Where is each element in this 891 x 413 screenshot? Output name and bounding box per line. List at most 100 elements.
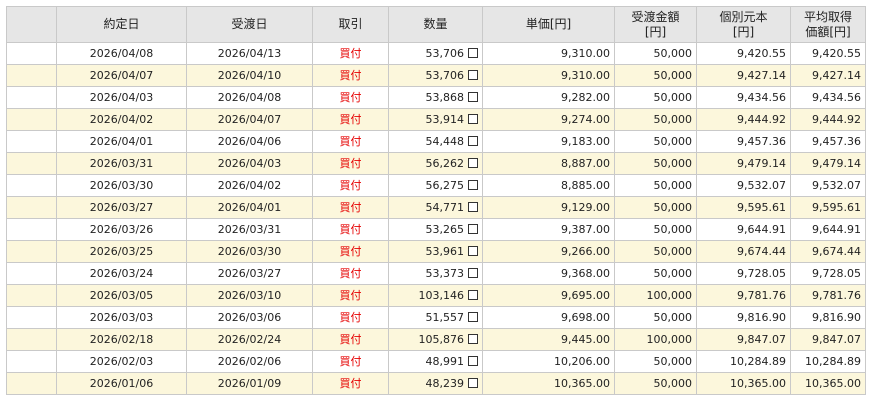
checkbox-icon[interactable] <box>468 113 478 124</box>
principal-cell: 9,674.44 <box>696 240 791 263</box>
trade-kind-cell: 買付 <box>312 196 389 219</box>
quantity-cell: 54,771 <box>388 196 483 219</box>
avg-cost-cell: 9,532.07 <box>790 174 866 197</box>
trade-kind-cell: 買付 <box>312 174 389 197</box>
trade-kind-cell: 買付 <box>312 42 389 65</box>
col-header-avg-cost[interactable]: 平均取得 価額[円] <box>790 6 866 43</box>
settle-amount-cell: 50,000 <box>614 108 697 131</box>
principal-cell: 9,644.91 <box>696 218 791 241</box>
unit-price-cell: 8,885.00 <box>482 174 615 197</box>
trade-kind-cell: 買付 <box>312 64 389 87</box>
trade-date-cell: 2026/03/31 <box>56 152 187 175</box>
row-blank-cell <box>6 372 57 395</box>
quantity-cell: 53,961 <box>388 240 483 263</box>
quantity-cell: 48,991 <box>388 350 483 373</box>
unit-price-cell: 9,274.00 <box>482 108 615 131</box>
quantity-value: 54,771 <box>425 200 465 214</box>
col-header-settle-amount[interactable]: 受渡金額 [円] <box>614 6 697 43</box>
col-header-quantity[interactable]: 数量 <box>388 6 483 43</box>
col-header-unit-price[interactable]: 単価[円] <box>482 6 615 43</box>
settle-date-cell: 2026/03/31 <box>186 218 313 241</box>
checkbox-icon[interactable] <box>468 311 478 322</box>
settle-date-cell: 2026/04/01 <box>186 196 313 219</box>
quantity-value: 53,961 <box>425 244 465 258</box>
settle-date-cell: 2026/04/02 <box>186 174 313 197</box>
checkbox-icon[interactable] <box>468 333 478 344</box>
unit-price-cell: 10,365.00 <box>482 372 615 395</box>
table-row: 2026/02/03 2026/02/06 買付 48,991 10,206.00 50,… <box>6 350 866 373</box>
unit-price-cell: 9,310.00 <box>482 42 615 65</box>
principal-cell: 9,781.76 <box>696 284 791 307</box>
checkbox-icon[interactable] <box>468 179 478 190</box>
checkbox-icon[interactable] <box>468 223 478 234</box>
quantity-cell: 51,557 <box>388 306 483 329</box>
trade-kind-cell: 買付 <box>312 306 389 329</box>
trade-date-cell: 2026/03/24 <box>56 262 187 285</box>
trade-history: 約定日 受渡日 取引 数量 単価[円] 受渡金額 [円] 個別元本 [円] 平均取得… <box>6 6 866 395</box>
checkbox-icon[interactable] <box>468 201 478 212</box>
principal-cell: 9,532.07 <box>696 174 791 197</box>
checkbox-icon[interactable] <box>468 377 478 388</box>
checkbox-icon[interactable] <box>468 135 478 146</box>
quantity-value: 53,914 <box>425 112 465 126</box>
settle-amount-cell: 50,000 <box>614 86 697 109</box>
settle-amount-cell: 50,000 <box>614 218 697 241</box>
row-blank-cell <box>6 86 57 109</box>
checkbox-icon[interactable] <box>468 355 478 366</box>
quantity-cell: 54,448 <box>388 130 483 153</box>
avg-cost-cell: 9,644.91 <box>790 218 866 241</box>
avg-cost-cell: 9,479.14 <box>790 152 866 175</box>
table-row: 2026/02/18 2026/02/24 買付 105,876 9,445.00 100… <box>6 328 866 351</box>
trade-kind-cell: 買付 <box>312 328 389 351</box>
row-blank-cell <box>6 350 57 373</box>
trade-kind-cell: 買付 <box>312 130 389 153</box>
quantity-cell: 53,373 <box>388 262 483 285</box>
quantity-cell: 105,876 <box>388 328 483 351</box>
col-header-settle-date[interactable]: 受渡日 <box>186 6 313 43</box>
quantity-cell: 53,265 <box>388 218 483 241</box>
col-header-principal[interactable]: 個別元本 [円] <box>696 6 791 43</box>
settle-amount-cell: 50,000 <box>614 350 697 373</box>
checkbox-icon[interactable] <box>468 69 478 80</box>
trade-date-cell: 2026/03/03 <box>56 306 187 329</box>
settle-date-cell: 2026/02/06 <box>186 350 313 373</box>
settle-date-cell: 2026/01/09 <box>186 372 313 395</box>
avg-cost-cell: 10,365.00 <box>790 372 866 395</box>
unit-price-cell: 9,368.00 <box>482 262 615 285</box>
avg-cost-cell: 9,457.36 <box>790 130 866 153</box>
principal-cell: 9,595.61 <box>696 196 791 219</box>
table-row: 2026/04/03 2026/04/08 買付 53,868 9,282.00 50,0… <box>6 86 866 109</box>
quantity-value: 105,876 <box>418 332 465 346</box>
table-row: 2026/03/26 2026/03/31 買付 53,265 9,387.00 50,0… <box>6 218 866 241</box>
row-blank-cell <box>6 64 57 87</box>
quantity-cell: 53,868 <box>388 86 483 109</box>
avg-cost-cell: 9,674.44 <box>790 240 866 263</box>
trade-date-cell: 2026/04/02 <box>56 108 187 131</box>
quantity-cell: 56,275 <box>388 174 483 197</box>
checkbox-icon[interactable] <box>468 91 478 102</box>
trade-date-cell: 2026/03/25 <box>56 240 187 263</box>
col-header-trade-date[interactable]: 約定日 <box>56 6 187 43</box>
unit-price-cell: 9,387.00 <box>482 218 615 241</box>
checkbox-icon[interactable] <box>468 47 478 58</box>
unit-price-cell: 9,266.00 <box>482 240 615 263</box>
checkbox-icon[interactable] <box>468 289 478 300</box>
checkbox-icon[interactable] <box>468 267 478 278</box>
row-blank-cell <box>6 42 57 65</box>
settle-date-cell: 2026/03/27 <box>186 262 313 285</box>
settle-amount-cell: 50,000 <box>614 42 697 65</box>
avg-cost-cell: 9,427.14 <box>790 64 866 87</box>
principal-cell: 9,728.05 <box>696 262 791 285</box>
row-blank-cell <box>6 152 57 175</box>
col-header-kind[interactable]: 取引 <box>312 6 389 43</box>
settle-date-cell: 2026/03/10 <box>186 284 313 307</box>
unit-price-cell: 9,282.00 <box>482 86 615 109</box>
avg-cost-cell: 9,728.05 <box>790 262 866 285</box>
table-row: 2026/01/06 2026/01/09 買付 48,239 10,365.00 50,… <box>6 372 866 395</box>
checkbox-icon[interactable] <box>468 245 478 256</box>
quantity-cell: 53,914 <box>388 108 483 131</box>
trade-kind-cell: 買付 <box>312 86 389 109</box>
unit-price-cell: 9,695.00 <box>482 284 615 307</box>
settle-date-cell: 2026/04/06 <box>186 130 313 153</box>
checkbox-icon[interactable] <box>468 157 478 168</box>
